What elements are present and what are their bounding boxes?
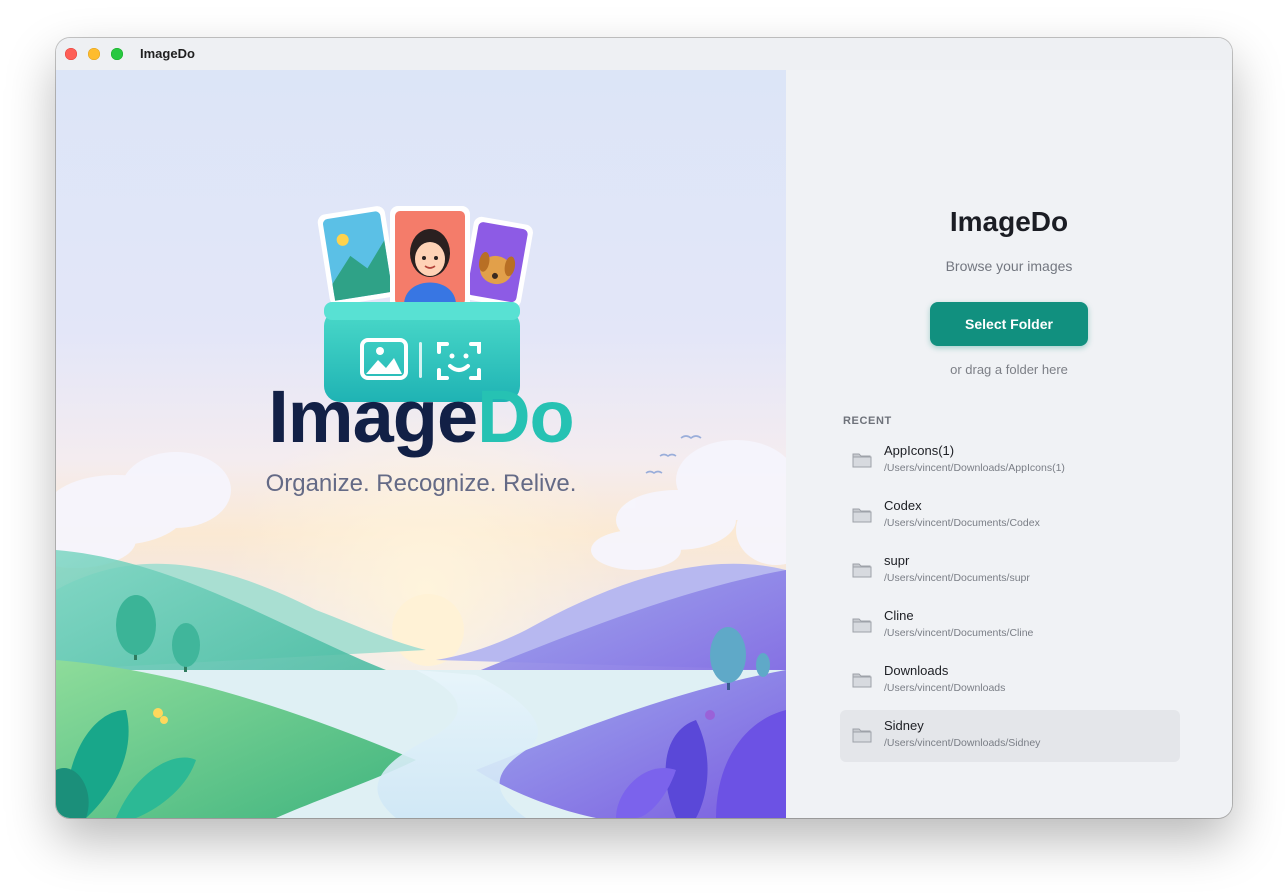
recent-list: AppIcons(1) /Users/vincent/Downloads/App…	[840, 435, 1180, 765]
recent-item-path: /Users/vincent/Documents/supr	[884, 572, 1030, 584]
folder-icon	[852, 728, 872, 743]
hero-illustration: ImageDo Organize. Recognize. Relive.	[56, 70, 786, 818]
app-subtitle: Browse your images	[945, 258, 1073, 274]
folder-icon	[852, 563, 872, 578]
recent-item-name: supr	[884, 553, 910, 568]
folder-icon	[852, 453, 872, 468]
recent-item-path: /Users/vincent/Downloads	[884, 682, 1006, 694]
recent-item-path: /Users/vincent/Documents/Cline	[884, 627, 1034, 639]
zoom-icon[interactable]	[111, 48, 123, 60]
recent-item[interactable]: Codex /Users/vincent/Documents/Codex	[840, 490, 1180, 542]
recent-section-label: RECENT	[843, 415, 892, 427]
recent-item-path: /Users/vincent/Documents/Codex	[884, 517, 1040, 529]
folder-icon	[852, 508, 872, 523]
close-icon[interactable]	[65, 48, 77, 60]
app-window: ImageDo ImageDo Organize. Recognize. Rel…	[56, 38, 1232, 818]
recent-item-path: /Users/vincent/Downloads/AppIcons(1)	[884, 462, 1065, 474]
drag-hint: or drag a folder here	[950, 362, 1068, 377]
recent-item[interactable]: Sidney /Users/vincent/Downloads/Sidney	[840, 710, 1180, 762]
recent-item[interactable]: Cline /Users/vincent/Documents/Cline	[840, 600, 1180, 652]
folder-icon	[852, 673, 872, 688]
window-title: ImageDo	[140, 46, 195, 61]
recent-item-name: Sidney	[884, 718, 924, 733]
recent-item-path: /Users/vincent/Downloads/Sidney	[884, 737, 1041, 749]
recent-item-name: Codex	[884, 498, 922, 513]
select-folder-button[interactable]: Select Folder	[930, 302, 1088, 346]
side-panel: ImageDo Browse your images Select Folder…	[786, 70, 1232, 818]
recent-item[interactable]: supr /Users/vincent/Documents/supr	[840, 545, 1180, 597]
hero-logo-part2: Do	[477, 375, 575, 458]
app-title: ImageDo	[949, 206, 1069, 237]
recent-item-name: AppIcons(1)	[884, 443, 955, 458]
recent-item[interactable]: AppIcons(1) /Users/vincent/Downloads/App…	[840, 435, 1180, 487]
folder-icon	[852, 618, 872, 633]
title-bar: ImageDo	[56, 38, 1232, 70]
minimize-icon[interactable]	[88, 48, 100, 60]
recent-item-name: Downloads	[884, 663, 949, 678]
recent-item[interactable]: Downloads /Users/vincent/Downloads	[840, 655, 1180, 707]
hero-tagline: Organize. Recognize. Relive.	[265, 470, 577, 497]
recent-item-name: Cline	[884, 608, 914, 623]
hero-logo-text: ImageDo	[56, 380, 786, 454]
hero-logo-part1: Image	[268, 375, 478, 458]
